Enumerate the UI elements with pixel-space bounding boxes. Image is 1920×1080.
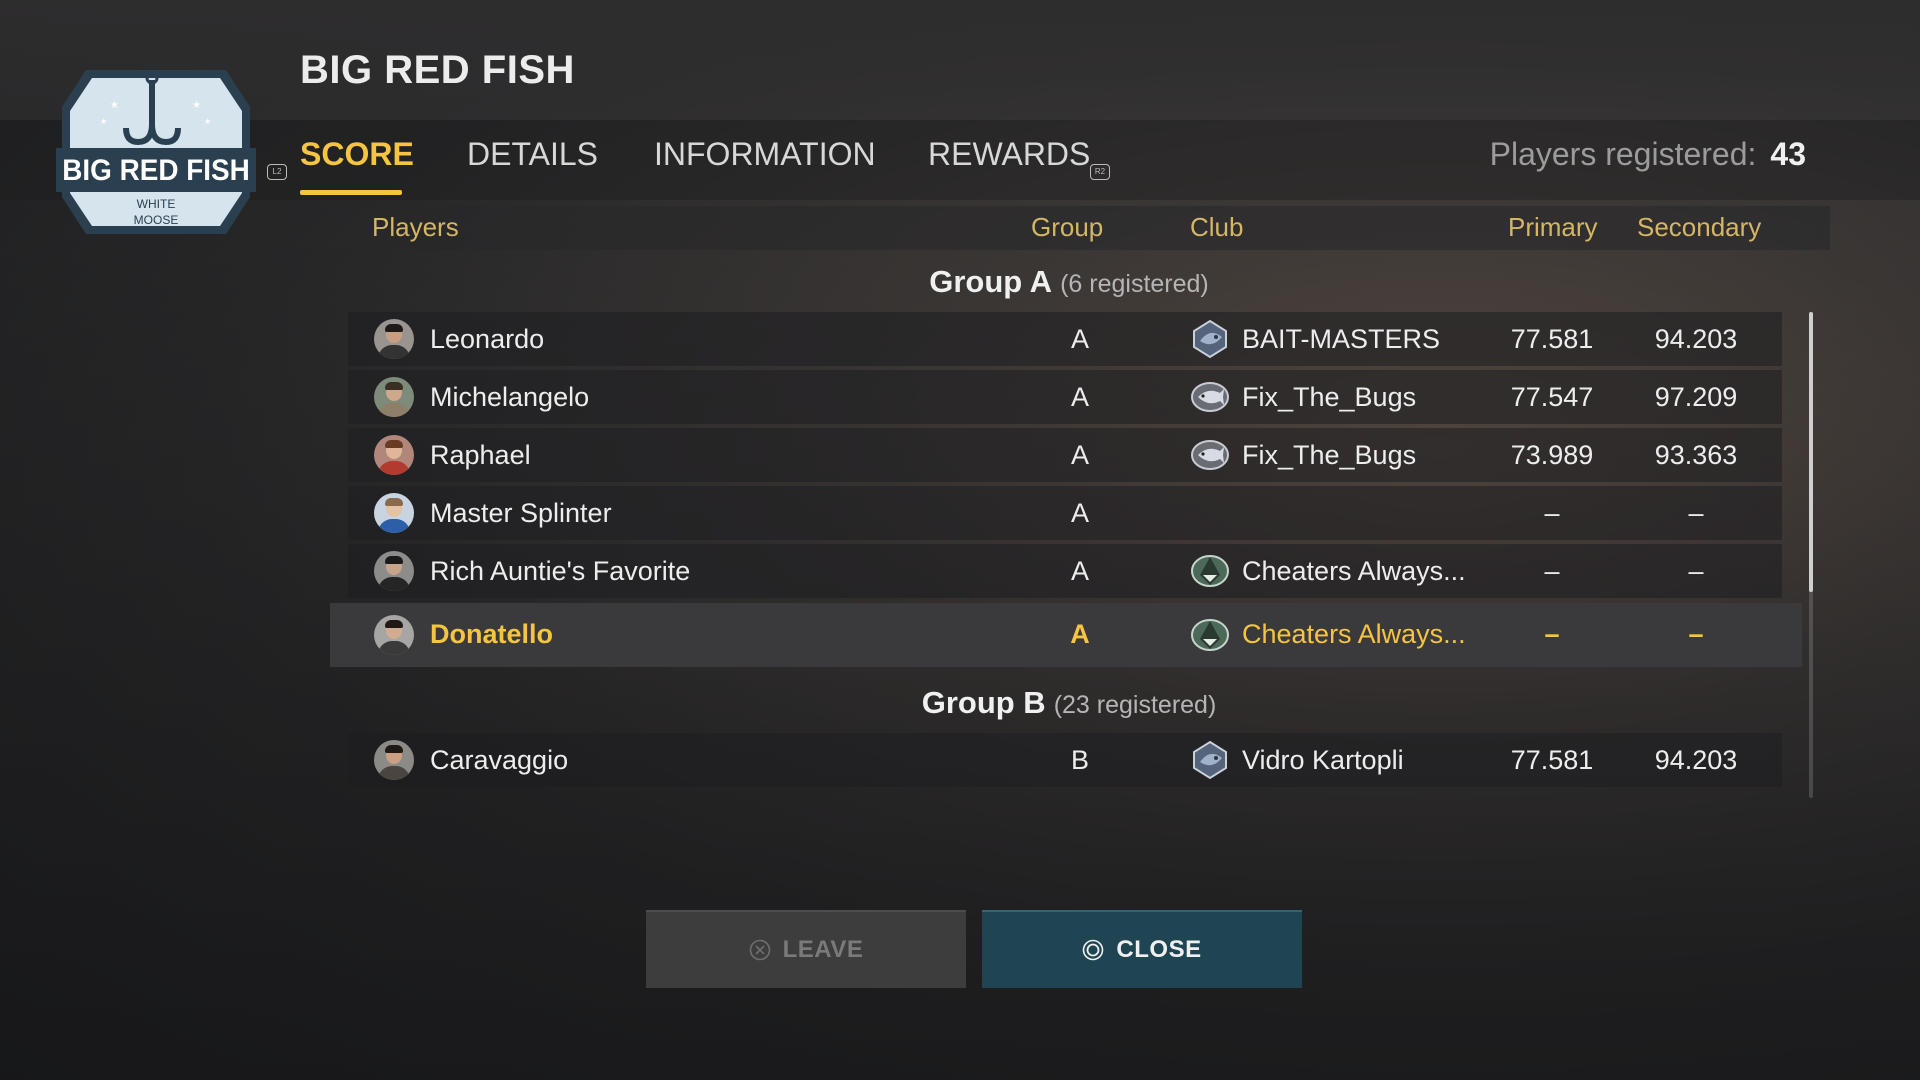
table-row[interactable]: Rich Auntie's Favorite A Cheaters Always… <box>348 544 1782 598</box>
table-header: Players Group Club Primary Secondary <box>330 206 1830 250</box>
player-name: Michelangelo <box>430 382 590 412</box>
player-group: A <box>1070 382 1089 412</box>
club-name: Vidro Kartopli <box>1242 745 1404 775</box>
l2-button-hint-icon: L2 <box>267 164 287 180</box>
column-header-primary: Primary <box>1508 212 1598 242</box>
club-name: BAIT-MASTERS <box>1242 324 1441 354</box>
secondary-score: 97.209 <box>1654 382 1738 412</box>
avatar <box>374 319 414 359</box>
top-backdrop <box>0 0 1920 120</box>
player-group: A <box>1070 619 1090 649</box>
players-registered-label: Players registered: <box>1489 136 1757 172</box>
bait-masters-emblem-icon <box>1193 740 1227 780</box>
avatar <box>374 377 414 417</box>
primary-score: 77.581 <box>1510 745 1594 775</box>
club-name: Cheaters Always... <box>1242 556 1466 586</box>
primary-score: 77.547 <box>1510 382 1594 412</box>
player-name: Donatello <box>430 619 554 649</box>
leave-button-label: LEAVE <box>782 936 864 963</box>
svg-text:★: ★ <box>192 100 201 111</box>
primary-score: – <box>1544 556 1560 586</box>
table-row[interactable]: Leonardo A BAIT-MASTERS 77.581 94.203 <box>348 312 1782 366</box>
player-group: A <box>1070 440 1089 470</box>
group-title-text: Group A <box>929 264 1053 299</box>
table-row[interactable]: Michelangelo A Fix_The_Bugs 77.547 97.20… <box>348 370 1782 424</box>
shark-emblem-icon <box>1191 555 1229 587</box>
svg-text:★: ★ <box>110 100 119 111</box>
column-header-club: Club <box>1190 212 1244 242</box>
group-title-text: Group B <box>921 685 1046 720</box>
players-registered: Players registered: 43 <box>1490 136 1806 173</box>
table-scrollbar[interactable] <box>1809 312 1813 798</box>
table-row[interactable]: Raphael A Fix_The_Bugs 73.989 93.363 <box>348 428 1782 482</box>
event-logo: ★ ★ ★ ★ BIG RED FISH WHITE MOOSE <box>56 70 256 234</box>
tab-score[interactable]: SCORE <box>300 136 414 173</box>
tab-information[interactable]: INFORMATION <box>654 136 876 173</box>
r2-button-hint-icon: R2 <box>1090 164 1110 180</box>
club-name: Fix_The_Bugs <box>1242 382 1417 412</box>
fish-emblem-icon <box>1191 440 1229 470</box>
bait-masters-emblem-icon <box>1193 319 1227 359</box>
close-button[interactable]: CLOSE <box>982 910 1302 988</box>
secondary-score: 93.363 <box>1654 440 1738 470</box>
svg-text:★: ★ <box>204 117 211 126</box>
group-count-text: (23 registered) <box>1053 691 1217 719</box>
primary-score: 77.581 <box>1510 324 1594 354</box>
secondary-score: – <box>1688 619 1704 649</box>
player-name: Raphael <box>430 440 531 470</box>
player-name: Rich Auntie's Favorite <box>430 556 691 586</box>
secondary-score: 94.203 <box>1654 745 1738 775</box>
club-name: Cheaters Always... <box>1242 619 1466 649</box>
player-group: B <box>1070 745 1089 775</box>
logo-text: BIG RED FISH <box>62 154 249 187</box>
primary-score: – <box>1544 498 1560 528</box>
table-row-selected[interactable]: Donatello A Cheaters Always... – – <box>330 603 1802 667</box>
player-group: A <box>1070 556 1089 586</box>
logo-subtext-2: MOOSE <box>134 213 179 227</box>
avatar <box>374 493 414 533</box>
avatar <box>374 740 414 780</box>
players-registered-count: 43 <box>1770 136 1806 172</box>
player-group: A <box>1070 498 1089 528</box>
primary-score: 73.989 <box>1510 440 1594 470</box>
cross-icon <box>749 939 770 961</box>
avatar <box>374 435 414 475</box>
group-a-title: Group A (6 registered) <box>330 264 1808 300</box>
leave-button[interactable]: LEAVE <box>646 910 966 988</box>
secondary-score: 94.203 <box>1654 324 1738 354</box>
scrollbar-thumb[interactable] <box>1809 312 1813 592</box>
secondary-score: – <box>1688 498 1704 528</box>
avatar <box>374 615 414 655</box>
column-header-players: Players <box>372 212 459 242</box>
tab-active-underline <box>300 190 402 195</box>
svg-text:★: ★ <box>100 117 107 126</box>
secondary-score: – <box>1688 556 1704 586</box>
player-name: Master Splinter <box>430 498 612 528</box>
column-header-secondary: Secondary <box>1637 212 1762 242</box>
club-name: Fix_The_Bugs <box>1242 440 1417 470</box>
avatar <box>374 551 414 591</box>
tab-rewards[interactable]: REWARDS <box>928 136 1090 173</box>
primary-score: – <box>1544 619 1560 649</box>
table-row[interactable]: Master Splinter A – – <box>348 486 1782 540</box>
page-title: BIG RED FISH <box>300 48 575 92</box>
table-row[interactable]: Caravaggio B Vidro Kartopli 77.581 94.20… <box>348 733 1782 787</box>
close-button-label: CLOSE <box>1116 936 1202 963</box>
fish-emblem-icon <box>1191 382 1229 412</box>
column-header-group: Group <box>1031 212 1104 242</box>
tab-details[interactable]: DETAILS <box>467 136 598 173</box>
group-count-text: (6 registered) <box>1060 270 1209 298</box>
shark-emblem-icon <box>1191 619 1229 651</box>
circle-icon <box>1083 939 1104 961</box>
player-group: A <box>1070 324 1089 354</box>
group-b-title: Group B (23 registered) <box>330 685 1808 721</box>
logo-subtext-1: WHITE <box>137 197 176 211</box>
player-name: Caravaggio <box>430 745 569 775</box>
player-name: Leonardo <box>430 324 545 354</box>
